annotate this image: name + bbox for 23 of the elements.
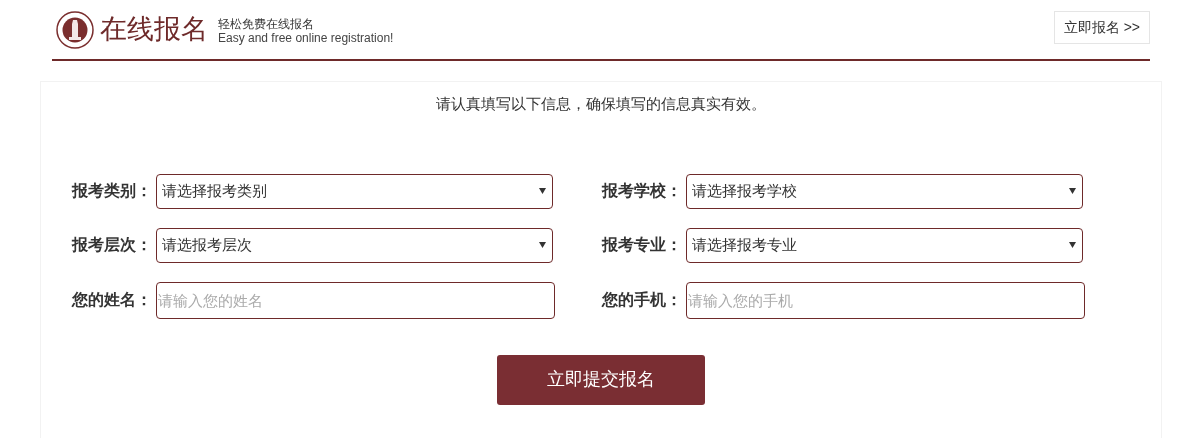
dropdown-caret-icon (539, 188, 546, 194)
register-link[interactable]: 立即报名 >> (1053, 11, 1150, 44)
select-field[interactable]: 请选择报考学校 (686, 173, 1083, 209)
notice-text: 请认真填写以下信息，确保填写的信息真实有效。 (436, 94, 766, 114)
dropdown-caret-icon (539, 242, 546, 248)
field-label: 您的姓名： (72, 290, 153, 310)
field-label: 您的手机： (602, 290, 683, 310)
input-field[interactable]: 请输入您的姓名 (156, 281, 555, 319)
input-field[interactable]: 请输入您的手机 (686, 281, 1085, 319)
field-label: 报考层次： (72, 235, 153, 255)
emblem-logo-icon (56, 10, 94, 49)
page-title: 在线报名 (100, 13, 208, 47)
dropdown-caret-icon (1069, 242, 1076, 248)
field-label: 报考类别： (72, 181, 153, 201)
select-field[interactable]: 请选报考层次 (156, 227, 553, 263)
subtitle: 轻松免费在线报名 (218, 16, 315, 31)
field-label: 报考专业： (602, 235, 683, 255)
subtitle-english: Easy and free online registration! (218, 30, 394, 45)
field-label: 报考学校： (602, 181, 683, 201)
submit-button[interactable]: 立即提交报名 (497, 354, 705, 405)
select-field[interactable]: 请选择报考类别 (156, 173, 553, 209)
select-field[interactable]: 请选择报考专业 (686, 227, 1083, 263)
dropdown-caret-icon (1069, 188, 1076, 194)
